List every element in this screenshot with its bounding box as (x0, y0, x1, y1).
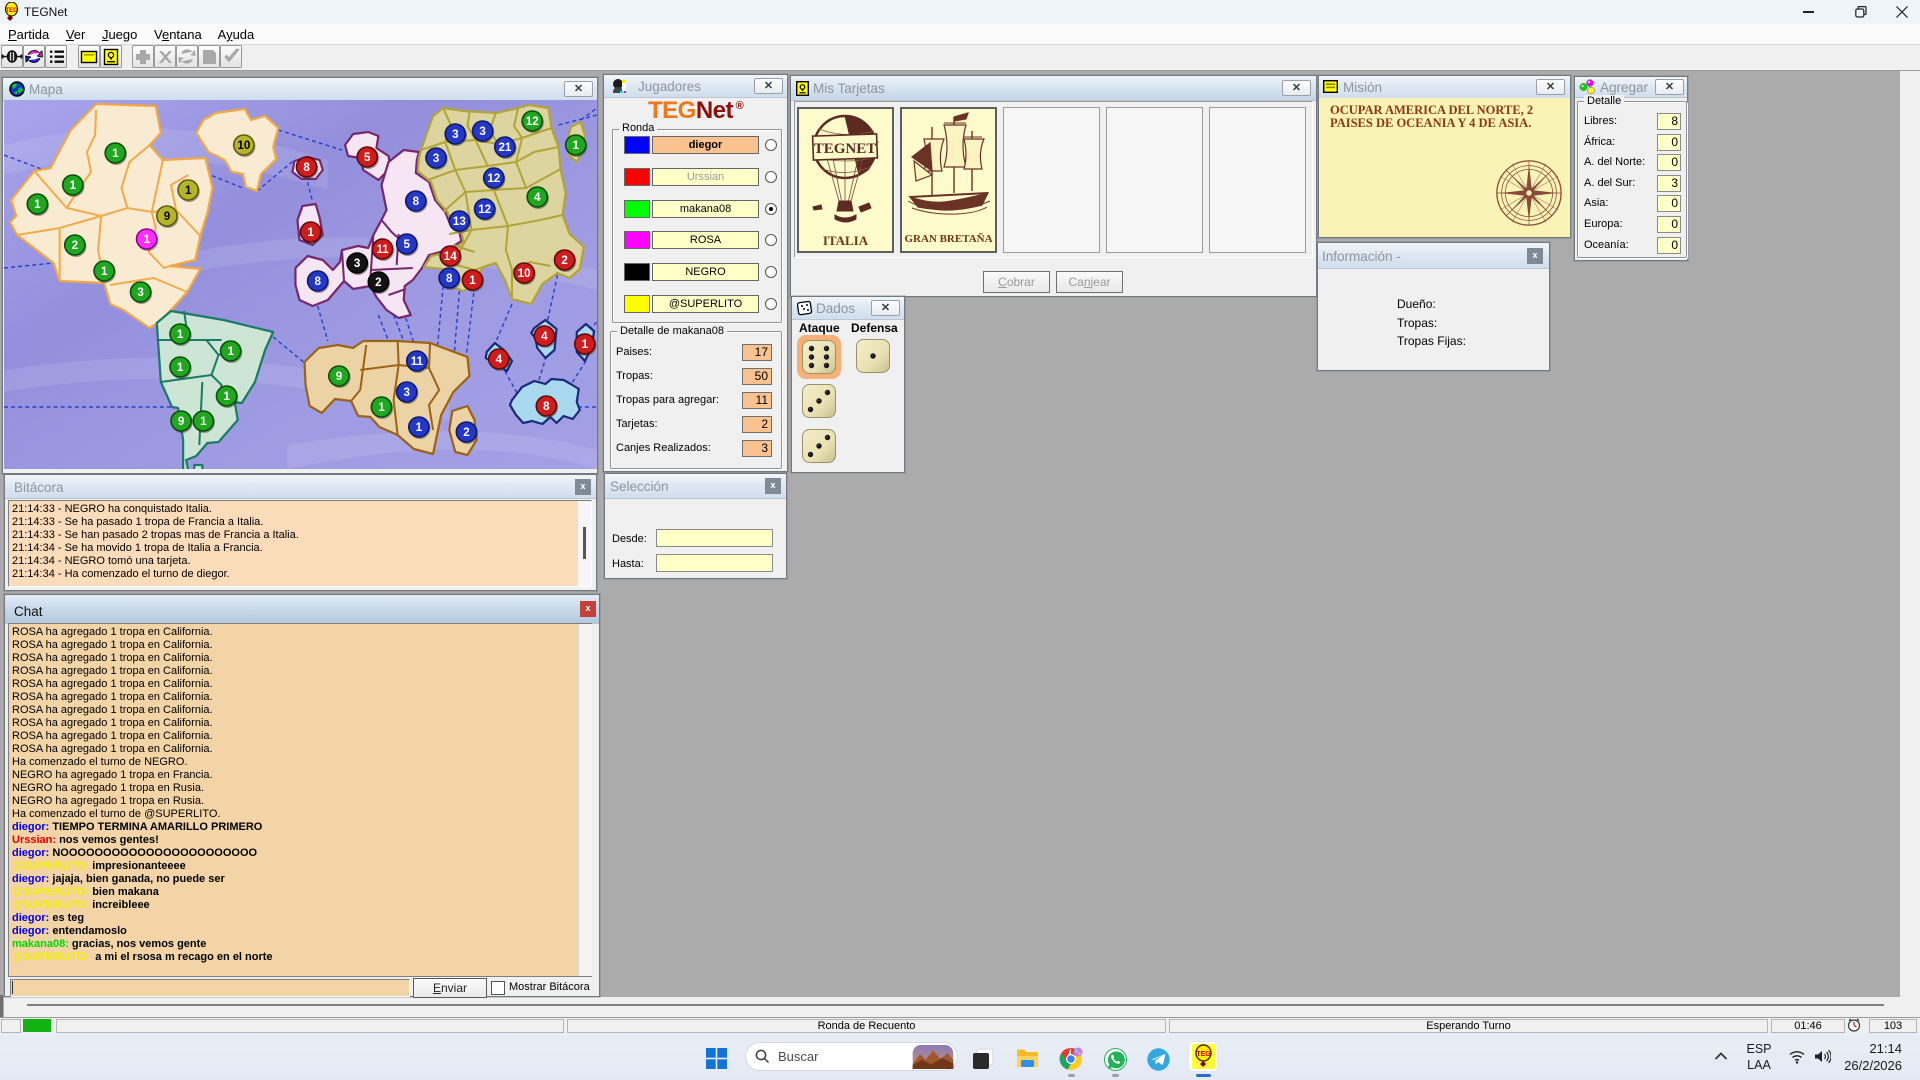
svg-text:4: 4 (496, 354, 503, 366)
svg-text:3: 3 (354, 258, 360, 270)
svg-text:1: 1 (70, 180, 77, 192)
svg-text:4: 4 (534, 192, 541, 204)
svg-text:1: 1 (469, 275, 476, 287)
svg-text:5: 5 (364, 152, 371, 164)
svg-text:11: 11 (411, 356, 424, 368)
svg-text:1: 1 (378, 402, 385, 414)
svg-text:TEG: TEG (1196, 1051, 1211, 1058)
svg-text:10: 10 (237, 140, 250, 152)
svg-text:3: 3 (452, 129, 458, 141)
svg-text:4: 4 (541, 331, 548, 343)
svg-text:1: 1 (185, 185, 192, 197)
svg-text:3: 3 (137, 287, 143, 299)
svg-text:1: 1 (177, 329, 184, 341)
svg-text:1: 1 (307, 227, 314, 239)
svg-text:2: 2 (463, 427, 469, 439)
svg-text:2: 2 (72, 240, 78, 252)
svg-text:1: 1 (101, 266, 108, 278)
svg-text:1: 1 (112, 148, 119, 160)
svg-text:8: 8 (543, 401, 550, 413)
svg-text:1: 1 (573, 140, 580, 152)
svg-text:1: 1 (143, 234, 150, 246)
svg-text:2: 2 (375, 277, 381, 289)
svg-text:12: 12 (478, 204, 491, 216)
svg-text:3: 3 (404, 387, 410, 399)
svg-text:9: 9 (336, 371, 342, 383)
svg-text:1: 1 (177, 362, 184, 374)
svg-text:1: 1 (227, 346, 234, 358)
svg-text:1: 1 (416, 422, 423, 434)
svg-text:3: 3 (479, 126, 485, 138)
svg-text:3: 3 (433, 153, 439, 165)
svg-text:8: 8 (303, 162, 310, 174)
svg-text:8: 8 (314, 276, 321, 288)
svg-text:21: 21 (498, 142, 512, 154)
svg-text:1: 1 (582, 339, 589, 351)
svg-text:2: 2 (561, 255, 567, 267)
svg-text:9: 9 (164, 211, 170, 223)
svg-text:14: 14 (444, 251, 458, 263)
svg-text:11: 11 (376, 244, 389, 256)
svg-text:8: 8 (446, 273, 453, 285)
svg-text:12: 12 (526, 116, 539, 128)
svg-text:TEGNET: TEGNET (814, 141, 877, 157)
svg-text:8: 8 (413, 196, 420, 208)
svg-text:10: 10 (518, 268, 531, 280)
svg-text:1: 1 (34, 199, 41, 211)
svg-text:12: 12 (487, 173, 500, 185)
svg-text:9: 9 (178, 416, 184, 428)
svg-text:TEG: TEG (5, 8, 18, 14)
svg-text:1: 1 (200, 416, 207, 428)
svg-text:1: 1 (223, 391, 230, 403)
svg-text:5: 5 (404, 239, 411, 251)
svg-text:13: 13 (453, 216, 466, 228)
